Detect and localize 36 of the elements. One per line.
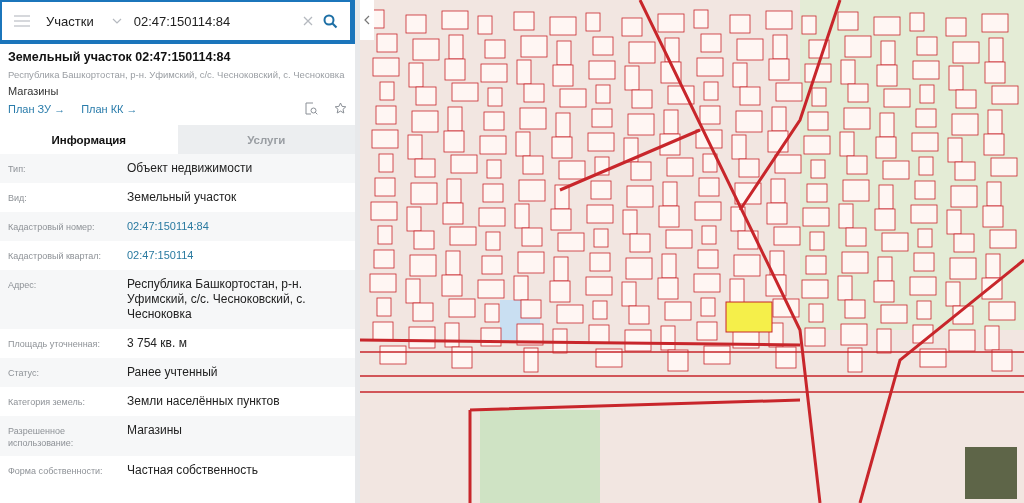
property-label: Кадастровый квартал: <box>8 250 103 263</box>
menu-icon[interactable] <box>14 15 30 27</box>
property-value: Ранее учтенный <box>127 365 219 380</box>
property-label: Тип: <box>8 163 27 176</box>
property-label: Разрешенное использование: <box>8 425 75 449</box>
search-icon[interactable] <box>323 13 338 29</box>
property-value: Республика Башкортостан, р-н. Уфимский, с/с. Чесноковский, с. Чесноковка <box>127 277 307 322</box>
document-search-icon[interactable] <box>305 102 318 115</box>
chevron-left-icon <box>364 15 370 25</box>
property-label: Форма собственности: <box>8 465 104 478</box>
chevron-down-icon <box>111 18 122 24</box>
property-label: Кадастровый номер: <box>8 221 96 234</box>
property-value: Магазины <box>127 423 183 439</box>
property-label: Статус: <box>8 367 40 380</box>
star-icon[interactable] <box>334 102 347 115</box>
property-label: Адрес: <box>8 279 38 292</box>
object-use: Магазины <box>8 85 60 97</box>
plan-link[interactable]: План КК → <box>81 102 138 115</box>
property-value: Земли населённых пунктов <box>127 394 281 409</box>
collapse-panel-button[interactable] <box>360 0 374 40</box>
property-value: Объект недвижимости <box>127 161 254 176</box>
property-value: Земельный участок <box>127 190 238 205</box>
property-value: Частная собственность <box>127 463 259 478</box>
property-link[interactable]: 02:47:150114 <box>127 248 327 263</box>
plan-link[interactable]: План ЗУ → <box>8 102 66 115</box>
property-label: Категория земель: <box>8 396 86 409</box>
property-label: Площадь уточненная: <box>8 338 101 351</box>
property-label: Вид: <box>8 192 28 205</box>
clear-icon[interactable] <box>303 16 313 26</box>
category-dropdown[interactable]: Участки <box>46 13 122 29</box>
satellite-thumbnail-placeholder[interactable] <box>965 447 1017 499</box>
property-link[interactable]: 02:47:150114:84 <box>127 219 327 234</box>
property-value: 3 754 кв. м <box>127 336 188 351</box>
object-title: Земельный участок 02:47:150114:84 <box>8 50 232 64</box>
cadastral-map-drawing[interactable] <box>360 0 1024 503</box>
object-address: Республика Башкортостан, р-н. Уфимский, с/с. Чесноковский, с. Чесноковка <box>8 69 346 80</box>
